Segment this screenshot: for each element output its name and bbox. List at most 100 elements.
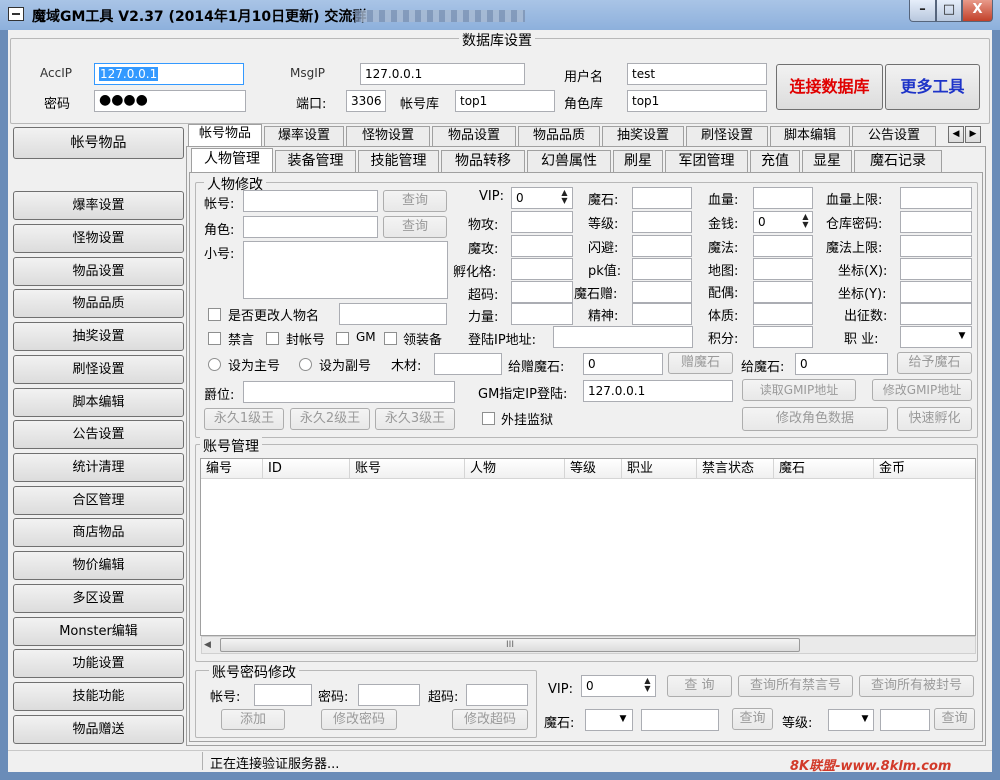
set-alt-radio[interactable] [299,358,312,371]
sidebar-item-price[interactable]: 物价编辑 [13,551,184,580]
bottom-vip-spin-icon[interactable]: ▲ ▼ [642,677,653,693]
sidebar-item-stats[interactable]: 统计清理 [13,453,184,482]
sidebar-item-merge[interactable]: 合区管理 [13,486,184,515]
map-input[interactable] [753,258,813,280]
vip-spin-icon[interactable]: ▲ ▼ [559,189,570,205]
col-header[interactable]: 人物 [465,459,565,479]
char-alt-textarea[interactable] [243,241,448,299]
hp-input[interactable] [753,187,813,209]
subtab-equipment[interactable]: 装备管理 [275,150,356,172]
rename-input[interactable] [339,303,447,325]
bottom-query3-button[interactable]: 查询 [934,708,975,730]
col-header[interactable]: ID [263,459,350,479]
sidebar-item-monster[interactable]: 怪物设置 [13,224,184,253]
job-dropdown-icon[interactable]: ▼ [954,326,970,346]
sidebar-item-skills[interactable]: 技能功能 [13,682,184,711]
sidebar-item-gift[interactable]: 物品赠送 [13,715,184,744]
user-input[interactable]: test [627,63,767,85]
read-gmip-button[interactable]: 读取GMIP地址 [742,379,856,401]
scroll-left-icon[interactable]: ◀ [204,638,214,652]
bottom-level-input[interactable] [880,709,930,731]
scroll-thumb[interactable]: III [220,638,800,652]
hpmax-input[interactable] [900,187,972,209]
mute-checkbox[interactable] [208,332,221,345]
char-role-input[interactable] [243,216,378,238]
tab-monster[interactable]: 怪物设置 [346,126,430,146]
gm-checkbox[interactable] [336,332,349,345]
password-input[interactable]: ●●●● [94,90,246,112]
col-header[interactable]: 职业 [622,459,697,479]
pwd-super-input[interactable] [466,684,528,706]
col-header[interactable]: 金币 [874,459,975,479]
tab-item-quality[interactable]: 物品品质 [518,126,600,146]
sidebar-item-item-settings[interactable]: 物品设置 [13,257,184,286]
col-header[interactable]: 禁言状态 [697,459,774,479]
subtab-gem-log[interactable]: 魔石记录 [854,150,942,172]
gift-gem-input[interactable]: 0 [583,353,663,375]
modify-super-button[interactable]: 修改超码 [452,709,528,730]
king1-button[interactable]: 永久1级王 [204,408,284,430]
add-button[interactable]: 添加 [221,709,285,730]
level-input[interactable] [632,211,692,233]
dodge-input[interactable] [632,235,692,257]
tab-scroll-right-icon[interactable]: ▶ [965,126,981,143]
char-account-input[interactable] [243,190,378,212]
give-gem-button[interactable]: 给予魔石 [897,352,972,374]
strength-input[interactable] [511,303,573,325]
sidebar-item-functions[interactable]: 功能设置 [13,649,184,678]
accip-input[interactable]: 127.0.0.1 [94,63,244,85]
col-header[interactable]: 编号 [201,459,263,479]
connect-db-button[interactable]: 连接数据库 [776,64,883,110]
roledb-input[interactable]: top1 [627,90,767,112]
query-account-button[interactable]: 查询 [383,190,447,212]
king2-button[interactable]: 永久2级王 [290,408,370,430]
subtab-star[interactable]: 刷星 [613,150,663,172]
app-menu-icon[interactable] [8,7,24,21]
phys-atk-input[interactable] [511,211,573,233]
king3-button[interactable]: 永久3级王 [375,408,455,430]
bottom-query2-button[interactable]: 查询 [732,708,773,730]
gear-checkbox[interactable] [384,332,397,345]
rank-input[interactable] [243,381,455,403]
col-header[interactable]: 账号 [350,459,465,479]
wh-pwd-input[interactable] [900,211,972,233]
tab-item-settings[interactable]: 物品设置 [432,126,516,146]
tab-lottery[interactable]: 抽奖设置 [602,126,684,146]
modify-password-button[interactable]: 修改密码 [321,709,397,730]
col-header[interactable]: 等级 [565,459,622,479]
rename-checkbox[interactable] [208,308,221,321]
query-role-button[interactable]: 查询 [383,216,447,238]
hatch-input[interactable] [511,258,573,280]
mpmax-input[interactable] [900,235,972,257]
bottom-gem-dropdown-icon[interactable]: ▼ [615,709,631,729]
coord-x-input[interactable] [900,258,972,280]
sidebar-item-multi-zone[interactable]: 多区设置 [13,584,184,613]
minimize-button[interactable]: – [909,0,936,22]
col-header[interactable]: 魔石 [774,459,874,479]
exp-input[interactable] [900,303,972,325]
query-banned-button[interactable]: 查询所有被封号 [859,675,974,697]
accdb-input[interactable]: top1 [455,90,555,112]
maximize-button[interactable]: □ [936,0,962,22]
jail-checkbox[interactable] [482,412,495,425]
tab-scroll-left-icon[interactable]: ◀ [948,126,964,143]
subtab-character[interactable]: 人物管理 [191,148,273,173]
modify-gmip-button[interactable]: 修改GMIP地址 [872,379,972,401]
subtab-skills[interactable]: 技能管理 [358,150,439,172]
gift-gem-button[interactable]: 赠魔石 [668,352,733,374]
money-spin-icon[interactable]: ▲ ▼ [800,213,811,229]
sidebar-item-announce[interactable]: 公告设置 [13,420,184,449]
bottom-gem-input[interactable] [641,709,719,731]
gm-ip-input[interactable]: 127.0.0.1 [583,380,733,402]
tab-drop-rate[interactable]: 爆率设置 [264,126,344,146]
msgip-input[interactable]: 127.0.0.1 [360,63,525,85]
sidebar-item-shop[interactable]: 商店物品 [13,518,184,547]
super-input[interactable] [511,281,573,303]
pk-input[interactable] [632,258,692,280]
sidebar-item-spawn[interactable]: 刷怪设置 [13,355,184,384]
sidebar-item-item-quality[interactable]: 物品品质 [13,289,184,318]
port-input[interactable]: 3306 [346,90,386,112]
wood-input[interactable] [434,353,502,375]
tab-spawn[interactable]: 刷怪设置 [686,126,768,146]
mana-input[interactable] [753,235,813,257]
